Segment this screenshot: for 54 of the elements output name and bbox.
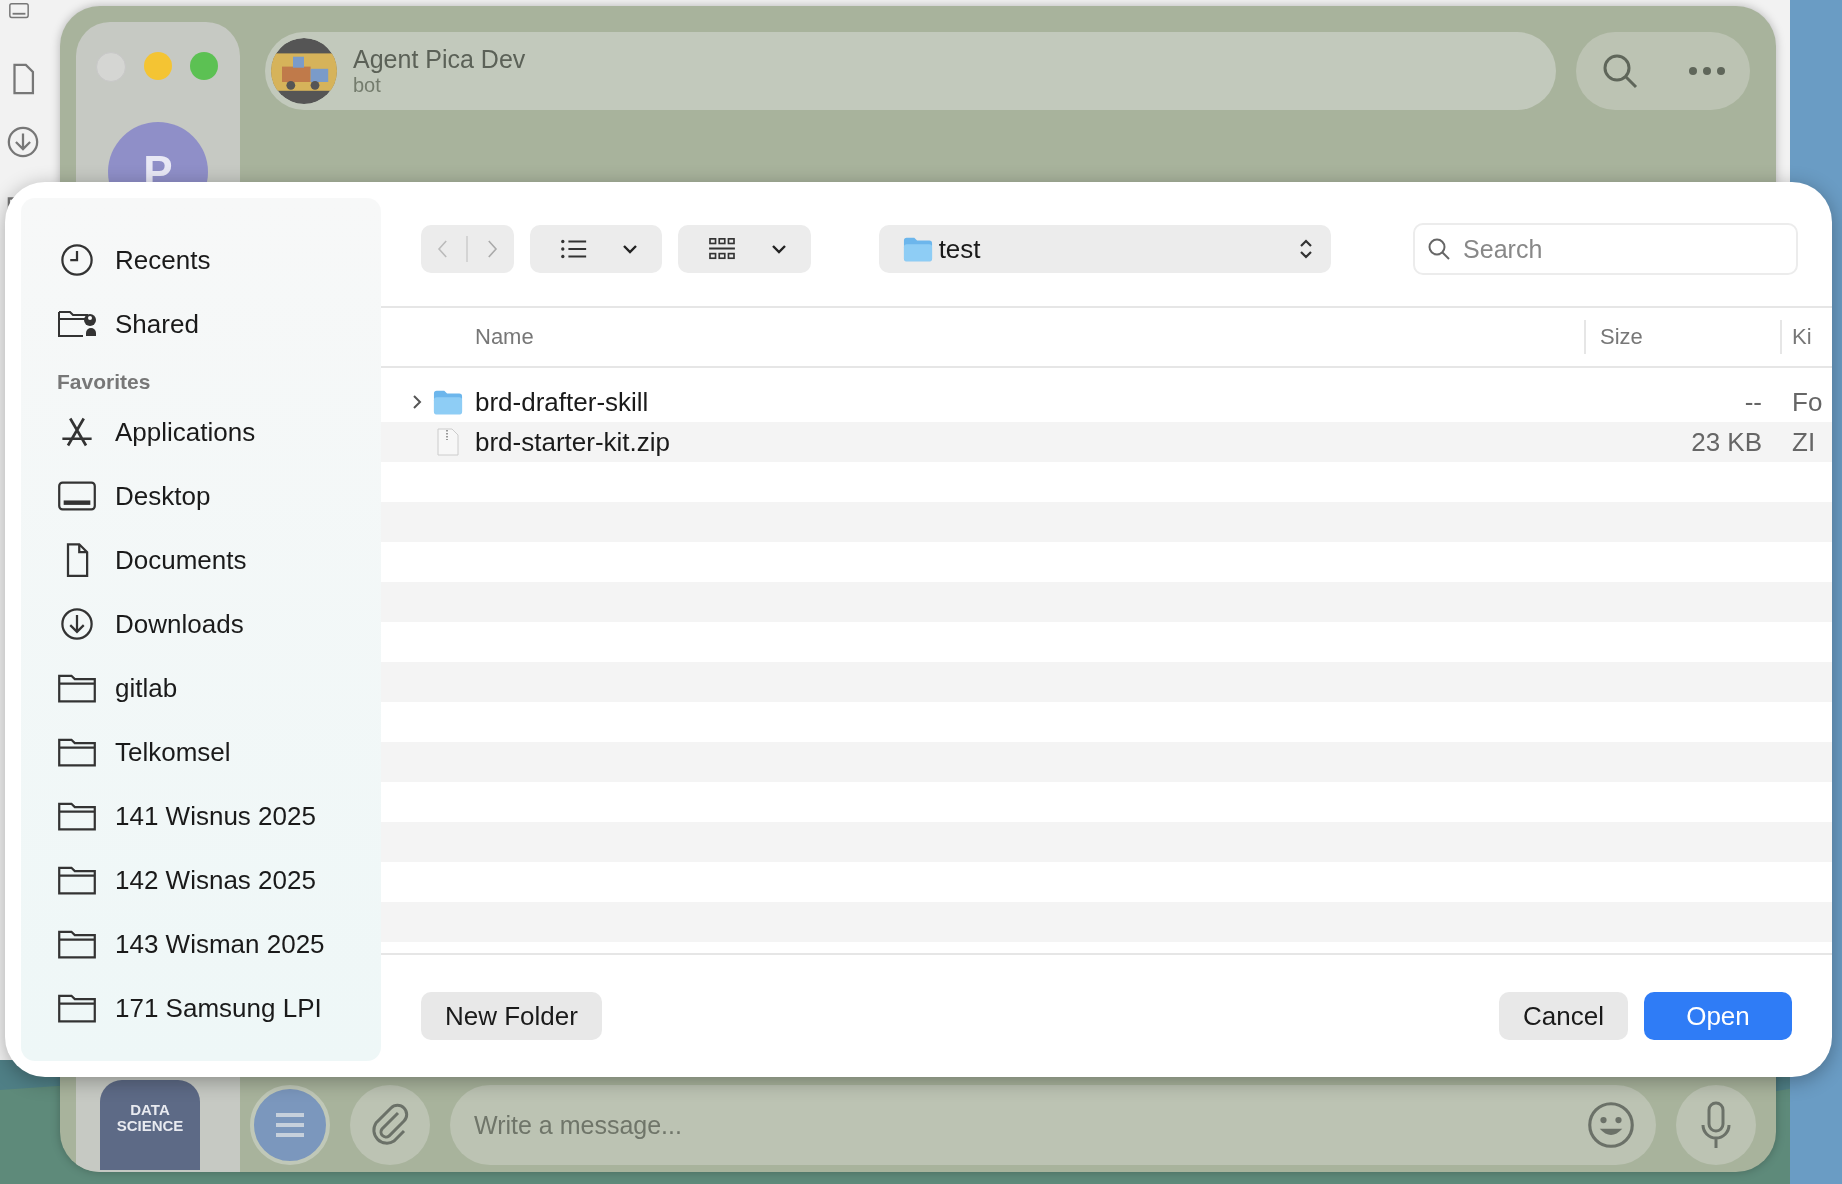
chevron-down-icon [770,244,787,254]
emoji-icon[interactable] [1586,1100,1636,1150]
microphone-icon[interactable] [1676,1085,1756,1165]
bot-avatar[interactable] [271,38,337,104]
sidebar-item[interactable]: Applications [57,400,381,464]
file-kind: ZI [1791,426,1817,458]
channel-avatar[interactable]: DATA SCIENCE [100,1080,200,1170]
disclosure-icon[interactable] [411,393,423,411]
new-folder-button[interactable]: New Folder [421,992,602,1040]
sidebar-item[interactable]: Shared [57,292,381,356]
list-icon [559,237,588,261]
location-popup[interactable]: test [878,225,1332,273]
sidebar-item[interactable]: Telkomsel [57,720,381,784]
file-name: brd-drafter-skill [475,386,650,418]
sidebar-item[interactable]: 142 Wisnas 2025 [57,848,381,912]
download-icon [6,125,40,159]
chevron-down-icon [622,244,639,254]
file-kind: Fo [1791,386,1824,418]
menu-icon[interactable] [250,1085,330,1165]
attachment-icon[interactable] [350,1085,430,1165]
search-icon [1427,237,1452,261]
sidebar-item[interactable]: Downloads [57,592,381,656]
avatar-text: SCIENCE [116,1118,184,1134]
grid-icon [708,237,737,261]
file-row[interactable]: brd-drafter-skill -- Fo [381,382,1832,422]
sidebar-item[interactable]: 143 Wisman 2025 [57,912,381,976]
search-field[interactable]: Search [1413,223,1798,275]
list-view-button[interactable] [529,225,663,273]
grid-view-button[interactable] [678,225,811,273]
sidebar-item[interactable]: gitlab [57,656,381,720]
column-header[interactable]: Ki [1780,320,1832,354]
folder-icon [902,236,933,262]
chat-title: Agent Pica Dev [353,45,526,74]
section-title: Favorites [57,370,152,394]
cancel-button[interactable]: Cancel [1499,992,1628,1040]
folder-icon [433,389,463,415]
avatar-text: DATA [130,1102,170,1118]
column-header[interactable]: Size [1584,320,1780,354]
zip-file-icon [437,428,459,456]
file-size: -- [1743,386,1763,418]
sidebar-item[interactable]: Documents [57,528,381,592]
message-field[interactable]: Write a message... [450,1085,1656,1165]
sidebar-item[interactable]: 141 Wisnus 2025 [57,784,381,848]
sidebar-item[interactable]: 171 Samsung LPI [57,976,381,1040]
column-header[interactable]: Name [381,324,1584,350]
more-icon[interactable] [1686,65,1727,77]
open-button[interactable]: Open [1644,992,1792,1040]
sidebar-item[interactable]: Recents [57,228,381,292]
file-size: 23 KB [1690,426,1763,458]
up-down-icon [1299,238,1314,260]
file-name: brd-starter-kit.zip [475,426,672,458]
sidebar-item[interactable]: Desktop [57,464,381,528]
chat-subtitle: bot [353,74,382,97]
file-row[interactable]: brd-starter-kit.zip 23 KB ZI [381,422,1832,462]
